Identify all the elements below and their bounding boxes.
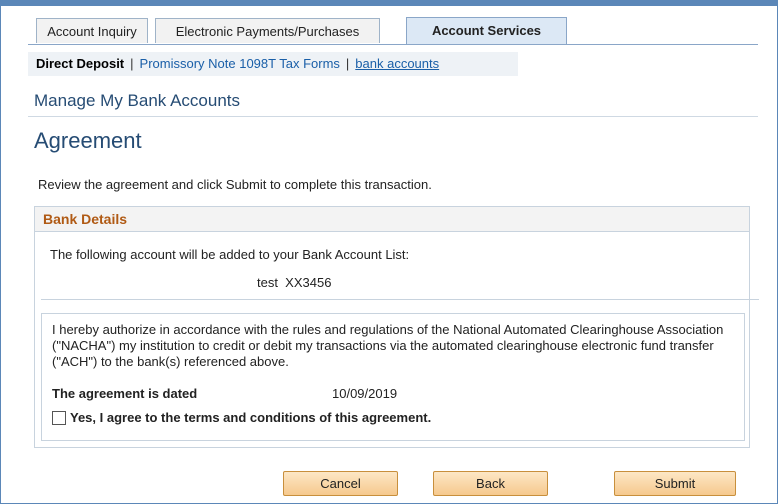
cancel-button[interactable]: Cancel bbox=[283, 471, 398, 496]
divider bbox=[28, 116, 758, 117]
tab-bar: Account Inquiry Electronic Payments/Purc… bbox=[28, 17, 758, 45]
bank-details-header: Bank Details bbox=[35, 207, 749, 232]
back-button[interactable]: Back bbox=[433, 471, 548, 496]
agree-checkbox-row[interactable]: Yes, I agree to the terms and conditions… bbox=[52, 410, 431, 425]
tab-account-inquiry[interactable]: Account Inquiry bbox=[36, 18, 148, 43]
agreement-date-label: The agreement is dated bbox=[52, 386, 198, 401]
page-title: Agreement bbox=[34, 128, 142, 153]
divider bbox=[41, 299, 759, 300]
subnav-separator: | bbox=[345, 56, 350, 71]
tab-account-inquiry-label: Account Inquiry bbox=[47, 24, 137, 39]
bank-details-group: Bank Details The following account will … bbox=[34, 206, 759, 448]
agreement-box: I hereby authorize in accordance with th… bbox=[41, 313, 745, 441]
tab-account-services[interactable]: Account Services bbox=[406, 17, 567, 44]
agreement-legal-text: I hereby authorize in accordance with th… bbox=[52, 322, 724, 369]
tab-account-services-label: Account Services bbox=[431, 23, 542, 38]
agreement-date-value: 10/09/2019 bbox=[332, 386, 398, 401]
agree-checkbox-label: Yes, I agree to the terms and conditions… bbox=[70, 410, 432, 425]
tab-electronic-payments[interactable]: Electronic Payments/Purchases bbox=[155, 18, 380, 43]
account-number: test XX3456 bbox=[257, 275, 332, 290]
instruction-text: Review the agreement and click Submit to… bbox=[38, 177, 432, 192]
subnav-direct-deposit: Direct Deposit bbox=[36, 56, 125, 71]
subnav-link-bank-accounts[interactable]: bank accounts bbox=[355, 56, 439, 71]
added-account-text: The following account will be added to y… bbox=[50, 247, 410, 262]
submit-button[interactable]: Submit bbox=[614, 471, 736, 496]
sub-navigation: Direct Deposit | Promissory Note 1098T Tax… bbox=[28, 52, 518, 76]
subnav-separator: | bbox=[130, 56, 134, 71]
subnav-link-promissory-note-1098t[interactable]: Promissory Note 1098T Tax Forms bbox=[140, 56, 340, 71]
agree-checkbox[interactable] bbox=[52, 410, 66, 425]
tab-electronic-payments-label: Electronic Payments/Purchases bbox=[175, 24, 360, 39]
page-header: Manage My Bank Accounts bbox=[34, 91, 241, 110]
